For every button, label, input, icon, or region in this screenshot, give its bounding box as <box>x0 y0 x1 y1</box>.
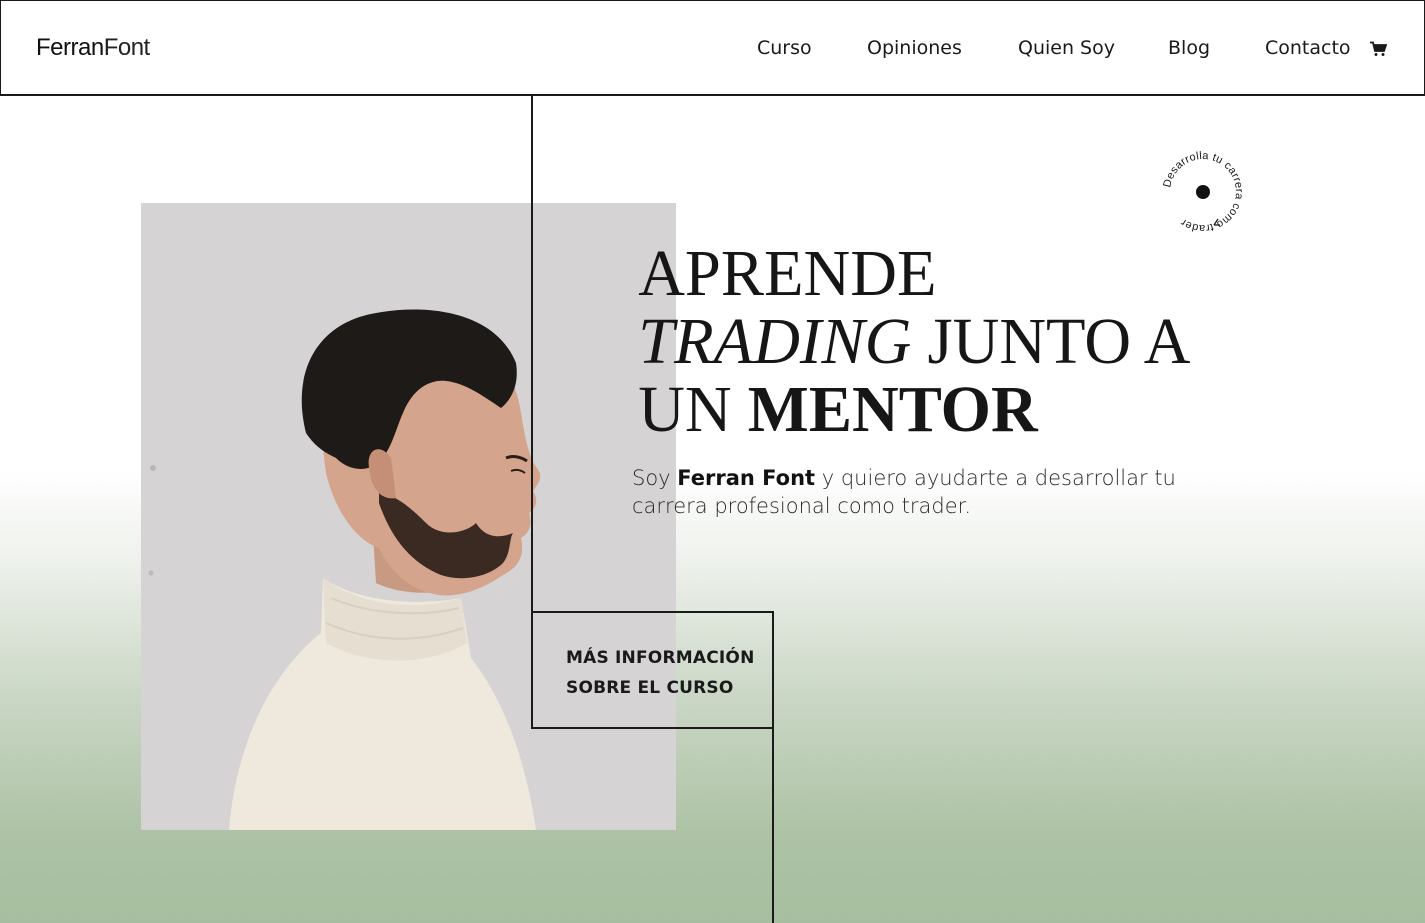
headline-bold-word: MENTOR <box>747 373 1038 446</box>
cta-label-line-2: SOBRE EL CURSO <box>566 678 734 698</box>
headline-line-2: TRADING JUNTO A <box>638 308 1246 376</box>
headline-line-3-light: UN <box>638 373 748 446</box>
mentor-portrait-photo <box>141 203 676 830</box>
cta-label-line-1: MÁS INFORMACIÓN <box>566 648 755 668</box>
hero-subtitle: Soy Ferran Font y quiero ayudarte a desa… <box>632 464 1192 520</box>
shopping-cart-icon[interactable] <box>1369 41 1387 57</box>
main-nav: Curso Opiniones Quien Soy Blog Contacto <box>1 37 1425 61</box>
subtitle-pre: Soy <box>632 466 678 490</box>
decor-line-lower <box>772 728 774 923</box>
nav-item-contacto[interactable]: Contacto <box>1265 37 1351 59</box>
circular-text-badge: Desarrolla tu carrera como trader <box>1161 150 1244 234</box>
headline-line-3: UN MENTOR <box>638 376 1246 444</box>
headline-italic-word: TRADING <box>638 305 912 378</box>
nav-item-curso[interactable]: Curso <box>757 37 812 59</box>
more-info-course-button[interactable]: MÁS INFORMACIÓN SOBRE EL CURSO <box>531 611 774 729</box>
headline-line-2-rest: JUNTO A <box>911 305 1191 378</box>
nav-item-opiniones[interactable]: Opiniones <box>867 37 962 59</box>
badge-center-dot <box>1196 185 1210 199</box>
subtitle-name: Ferran Font <box>677 466 816 490</box>
nav-item-quien-soy[interactable]: Quien Soy <box>1018 37 1115 59</box>
decor-line-upper <box>531 96 533 612</box>
site-header: FerranFont Curso Opiniones Quien Soy Blo… <box>0 0 1425 96</box>
nav-item-blog[interactable]: Blog <box>1168 37 1210 59</box>
portrait-illustration <box>141 203 676 830</box>
cta-label: MÁS INFORMACIÓN SOBRE EL CURSO <box>566 643 766 703</box>
hero-headline: APRENDE TRADING JUNTO A UN MENTOR <box>632 240 1252 444</box>
headline-line-1: APRENDE <box>638 237 937 310</box>
